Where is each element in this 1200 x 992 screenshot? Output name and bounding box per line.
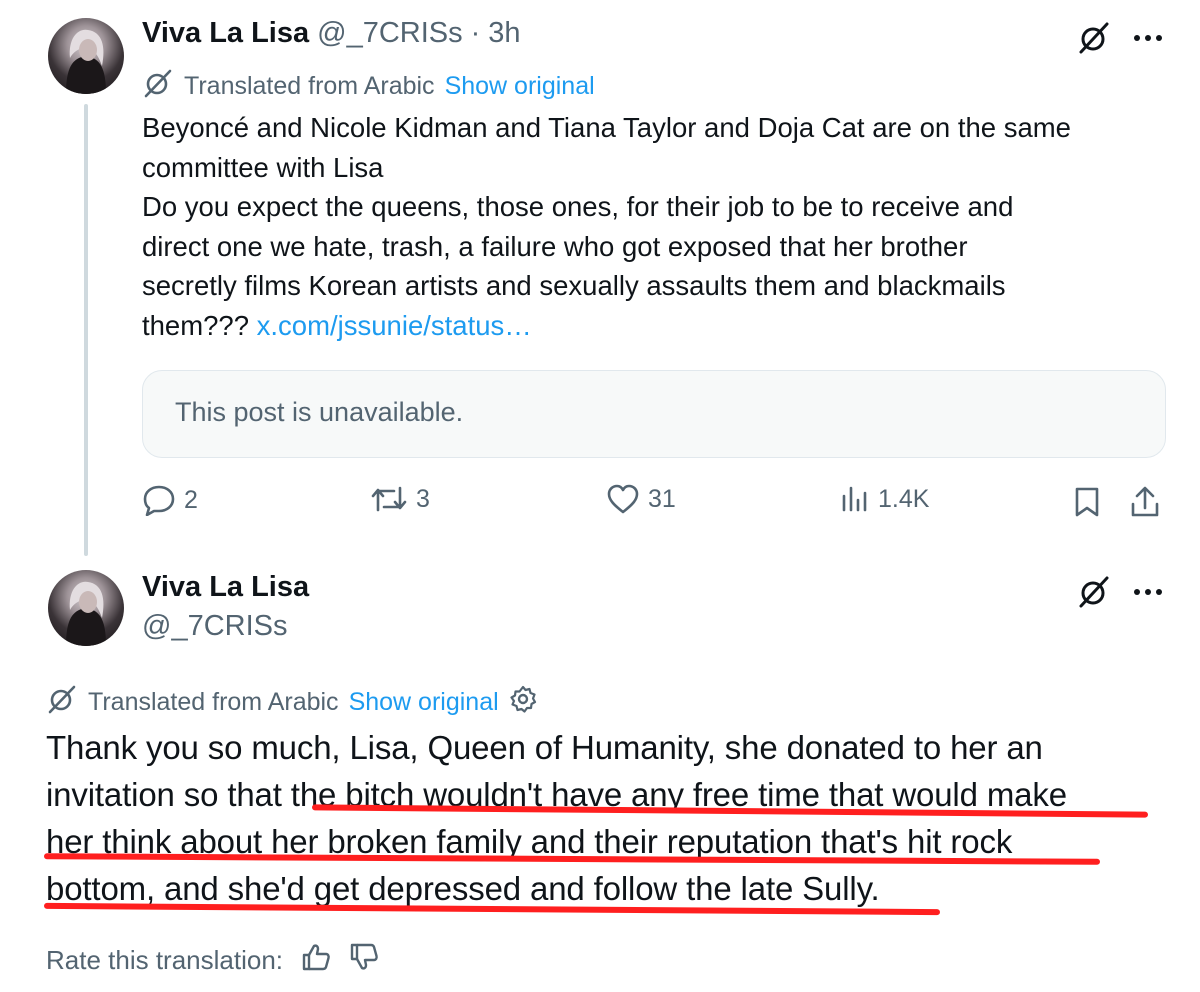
thumbs-up-icon[interactable] xyxy=(301,942,331,979)
post-header: Viva La Lisa @_7CRISs · 3h xyxy=(142,17,521,50)
thumbs-down-icon[interactable] xyxy=(349,942,379,979)
separator: · xyxy=(470,17,481,49)
views-count: 1.4K xyxy=(878,484,930,513)
rate-translation-label: Rate this translation: xyxy=(46,945,284,975)
share-icon[interactable] xyxy=(1128,484,1162,520)
rate-translation-row: Rate this translation: xyxy=(46,942,379,979)
bookmark-icon[interactable] xyxy=(1070,484,1104,520)
reply-icon xyxy=(142,484,176,516)
translated-from-label: Translated from Arabic xyxy=(184,72,435,100)
more-icon[interactable] xyxy=(1128,18,1168,58)
display-name[interactable]: Viva La Lisa xyxy=(142,571,309,604)
repost-button[interactable]: 3 xyxy=(370,484,430,514)
like-icon xyxy=(606,484,640,514)
like-count: 31 xyxy=(648,484,676,513)
show-original-link[interactable]: Show original xyxy=(349,688,499,717)
post-header: Viva La Lisa @_7CRISs xyxy=(142,571,309,643)
post-text-line: Do you expect the queens, those ones, fo… xyxy=(142,191,1014,222)
translated-from-label: Translated from Arabic xyxy=(88,688,339,716)
post-text-line: invitation so that xyxy=(46,776,291,813)
repost-icon xyxy=(370,484,408,514)
avatar[interactable] xyxy=(48,570,124,646)
show-original-link[interactable]: Show original xyxy=(445,72,595,101)
post-text-line: Beyoncé and Nicole Kidman and Tiana Tayl… xyxy=(142,112,1071,143)
post-text: Beyoncé and Nicole Kidman and Tiana Tayl… xyxy=(142,108,1172,345)
avatar[interactable] xyxy=(48,18,124,94)
quoted-post-card[interactable]: This post is unavailable. xyxy=(142,370,1166,458)
post-time[interactable]: 3h xyxy=(488,17,520,50)
translate-icon xyxy=(46,684,78,721)
post-text-line: committee with Lisa xyxy=(142,151,384,183)
reply-count: 2 xyxy=(184,485,198,514)
translate-icon xyxy=(142,68,174,105)
views-button[interactable]: 1.4K xyxy=(840,484,929,514)
handle[interactable]: @_7CRISs xyxy=(317,17,462,50)
post-text-line: them??? xyxy=(142,309,250,341)
reply-button[interactable]: 2 xyxy=(142,484,198,516)
grok-icon[interactable] xyxy=(1074,572,1114,612)
like-button[interactable]: 31 xyxy=(606,484,676,514)
grok-icon[interactable] xyxy=(1074,18,1114,58)
post-link[interactable]: x.com/jssunie/status… xyxy=(257,310,532,341)
repost-count: 3 xyxy=(416,484,430,513)
translation-notice: Translated from Arabic Show original xyxy=(46,684,537,721)
quote-unavailable-text: This post is unavailable. xyxy=(175,397,464,427)
handle[interactable]: @_7CRISs xyxy=(142,610,309,643)
more-icon[interactable] xyxy=(1128,572,1168,612)
post-text: Thank you so much, Lisa, Queen of Humani… xyxy=(46,724,1186,912)
thread-connector-line xyxy=(84,104,88,556)
post-text-line: direct one we hate, trash, a failure who… xyxy=(142,230,968,262)
views-icon xyxy=(840,484,870,514)
post-text-line: Thank you so much, Lisa, Queen of Humani… xyxy=(46,729,1043,766)
gear-icon[interactable] xyxy=(509,685,537,720)
post-text-line: secretly films Korean artists and sexual… xyxy=(142,270,1006,301)
translation-notice: Translated from Arabic Show original xyxy=(142,68,595,105)
display-name[interactable]: Viva La Lisa xyxy=(142,17,309,50)
